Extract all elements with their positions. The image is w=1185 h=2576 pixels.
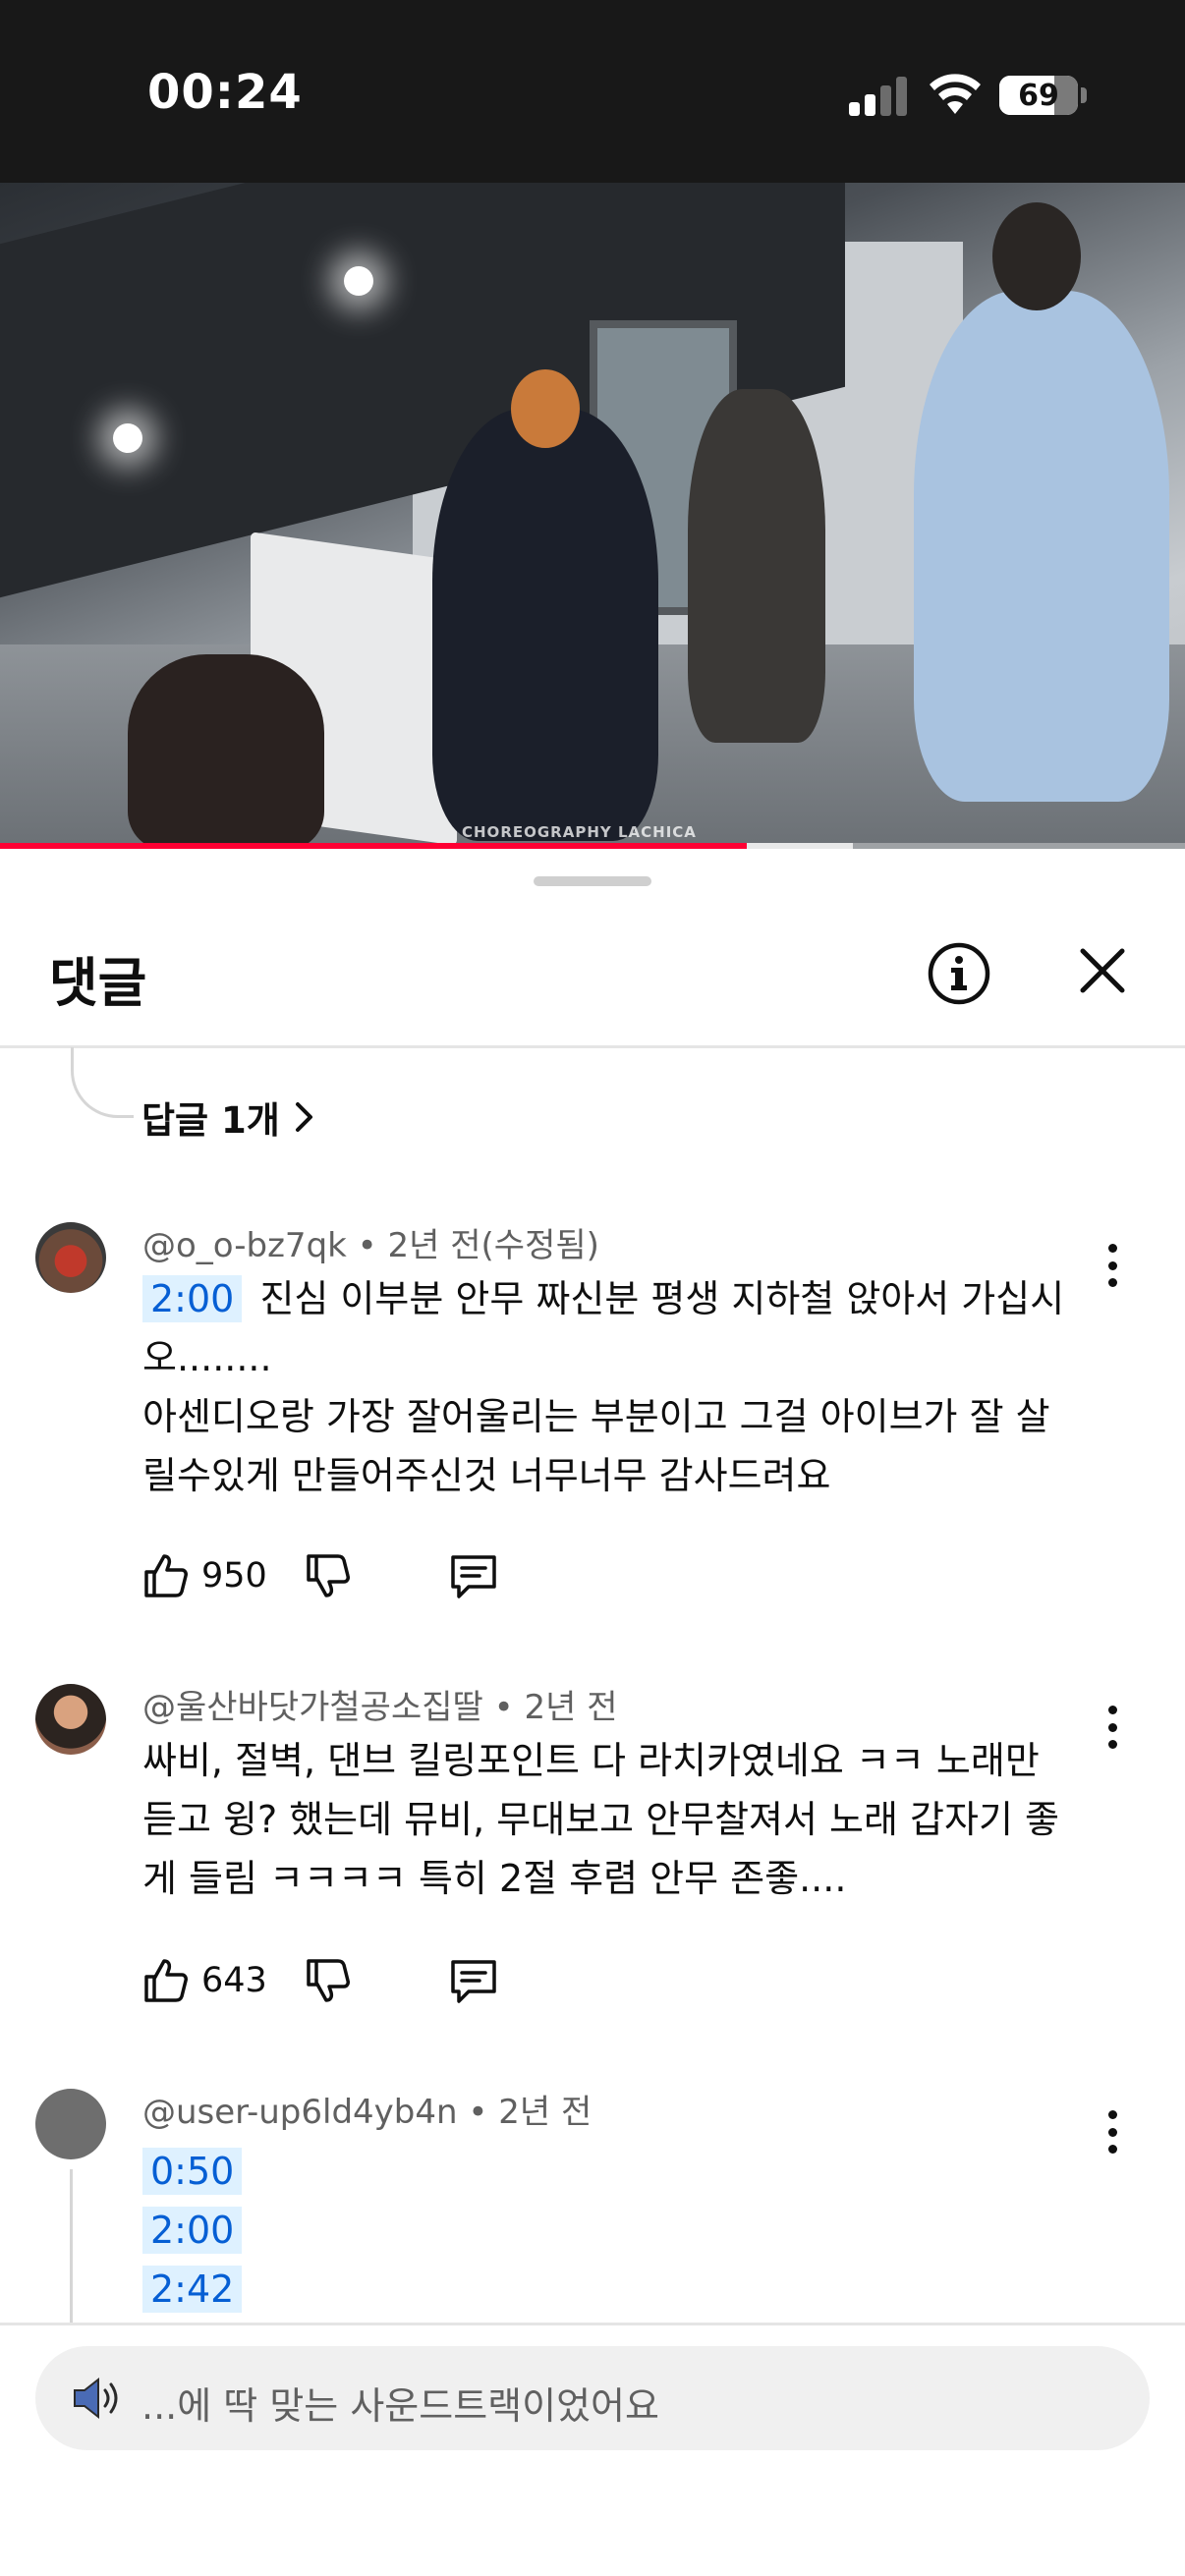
like-count: 643: [201, 1961, 267, 2000]
drag-handle[interactable]: [534, 876, 651, 886]
timestamp-link[interactable]: 2:00: [142, 2207, 243, 2254]
video-watermark: CHOREOGRAPHY LACHICA: [462, 823, 697, 841]
battery-indicator: 69: [999, 76, 1078, 115]
wifi-icon: [930, 74, 981, 114]
like-button[interactable]: 643: [142, 1953, 267, 2008]
comment-text: 2:00 진심 이부분 안무 짜신분 평생 지하철 앉아서 가십시 오.....…: [142, 1269, 1064, 1505]
more-options-icon[interactable]: [1100, 2102, 1124, 2161]
thumbs-up-icon: [144, 1959, 188, 2002]
timestamp-link[interactable]: 2:00: [142, 1275, 243, 1322]
more-options-icon[interactable]: [1100, 1698, 1124, 1757]
video-progress-played: [0, 843, 747, 849]
more-options-icon[interactable]: [1100, 1236, 1124, 1295]
reply-button[interactable]: [449, 1953, 498, 2008]
info-icon[interactable]: [927, 941, 991, 1006]
comment-line: 싸비, 절벽, 댄브 킬링포인트 다 라치카였네요 ㅋㅋ 노래만: [142, 1739, 1040, 1782]
status-time: 00:24: [147, 65, 303, 120]
comment-line: 게 들림 ㅋㅋㅋㅋ 특히 2절 후렴 안무 존좋....: [142, 1857, 847, 1900]
comment-line: 아센디오랑 가장 잘어울리는 부분이고 그걸 아이브가 잘 살: [142, 1395, 1050, 1438]
comment-author[interactable]: @울산바닷가철공소집딸: [142, 1688, 483, 1727]
comment-text: 싸비, 절벽, 댄브 킬링포인트 다 라치카였네요 ㅋㅋ 노래만 듣고 윙? 했…: [142, 1731, 1059, 1908]
timestamp-link[interactable]: 2:42: [142, 2266, 243, 2313]
header-divider: [0, 1045, 1185, 1048]
comment-author[interactable]: @user-up6ld4yb4n: [142, 2093, 458, 2132]
like-count: 950: [201, 1556, 267, 1596]
comment-time: 2년 전: [498, 2093, 592, 2132]
battery-tip: [1081, 87, 1087, 103]
comment-line: 릴수있게 만들어주신것 너무너무 감사드려요: [142, 1454, 831, 1497]
thumbs-down-icon: [307, 1554, 350, 1597]
avatar[interactable]: [35, 2089, 106, 2159]
comment-text: 0:50 2:00 2:42: [142, 2142, 248, 2319]
view-replies-label: 답글 1개: [141, 1099, 280, 1142]
avatar[interactable]: [35, 1222, 106, 1293]
timestamp-link[interactable]: 0:50: [142, 2148, 243, 2195]
comment-meta: @울산바닷가철공소집딸 • 2년 전: [142, 1688, 618, 1727]
thread-connector: [71, 1047, 134, 1118]
comment-line: 듣고 윙? 했는데 뮤비, 무대보고 안무찰져서 노래 갑자기 좋: [142, 1798, 1059, 1841]
thread-line: [70, 2169, 73, 2323]
cellular-signal-icon: [849, 75, 908, 116]
thumbs-up-icon: [144, 1554, 188, 1597]
composer-placeholder: ...에 딱 맞는 사운드트랙이었어요: [141, 2384, 659, 2428]
speaker-icon: [74, 2377, 118, 2420]
close-icon[interactable]: [1073, 941, 1132, 1000]
comments-title: 댓글: [49, 952, 147, 1014]
like-button[interactable]: 950: [142, 1548, 267, 1603]
composer-divider: [0, 2323, 1185, 2325]
comment-line: 진심 이부분 안무 짜신분 평생 지하철 앉아서 가십시: [259, 1277, 1065, 1320]
comment-composer[interactable]: ...에 딱 맞는 사운드트랙이었어요: [35, 2346, 1150, 2450]
reply-comment-icon: [451, 1960, 496, 2003]
thumbs-down-icon: [307, 1959, 350, 2002]
reply-comment-icon: [451, 1555, 496, 1598]
reply-button[interactable]: [449, 1548, 498, 1603]
avatar[interactable]: [35, 1684, 106, 1755]
comment-line: 오........: [142, 1336, 272, 1379]
chevron-right-icon: [295, 1102, 312, 1132]
view-replies-button[interactable]: 답글 1개: [141, 1091, 315, 1144]
comment-author[interactable]: @o_o-bz7qk: [142, 1226, 347, 1265]
status-bar: 00:24 69: [0, 0, 1185, 183]
dislike-button[interactable]: [305, 1548, 352, 1603]
comment-meta: @user-up6ld4yb4n • 2년 전: [142, 2093, 592, 2132]
dislike-button[interactable]: [305, 1953, 352, 2008]
video-player[interactable]: CHOREOGRAPHY LACHICA: [0, 183, 1185, 849]
battery-level: 69: [1018, 79, 1059, 113]
comment-time: 2년 전: [524, 1688, 618, 1727]
comment-meta: @o_o-bz7qk • 2년 전(수정됨): [142, 1226, 599, 1265]
comment-time: 2년 전(수정됨): [387, 1226, 599, 1265]
